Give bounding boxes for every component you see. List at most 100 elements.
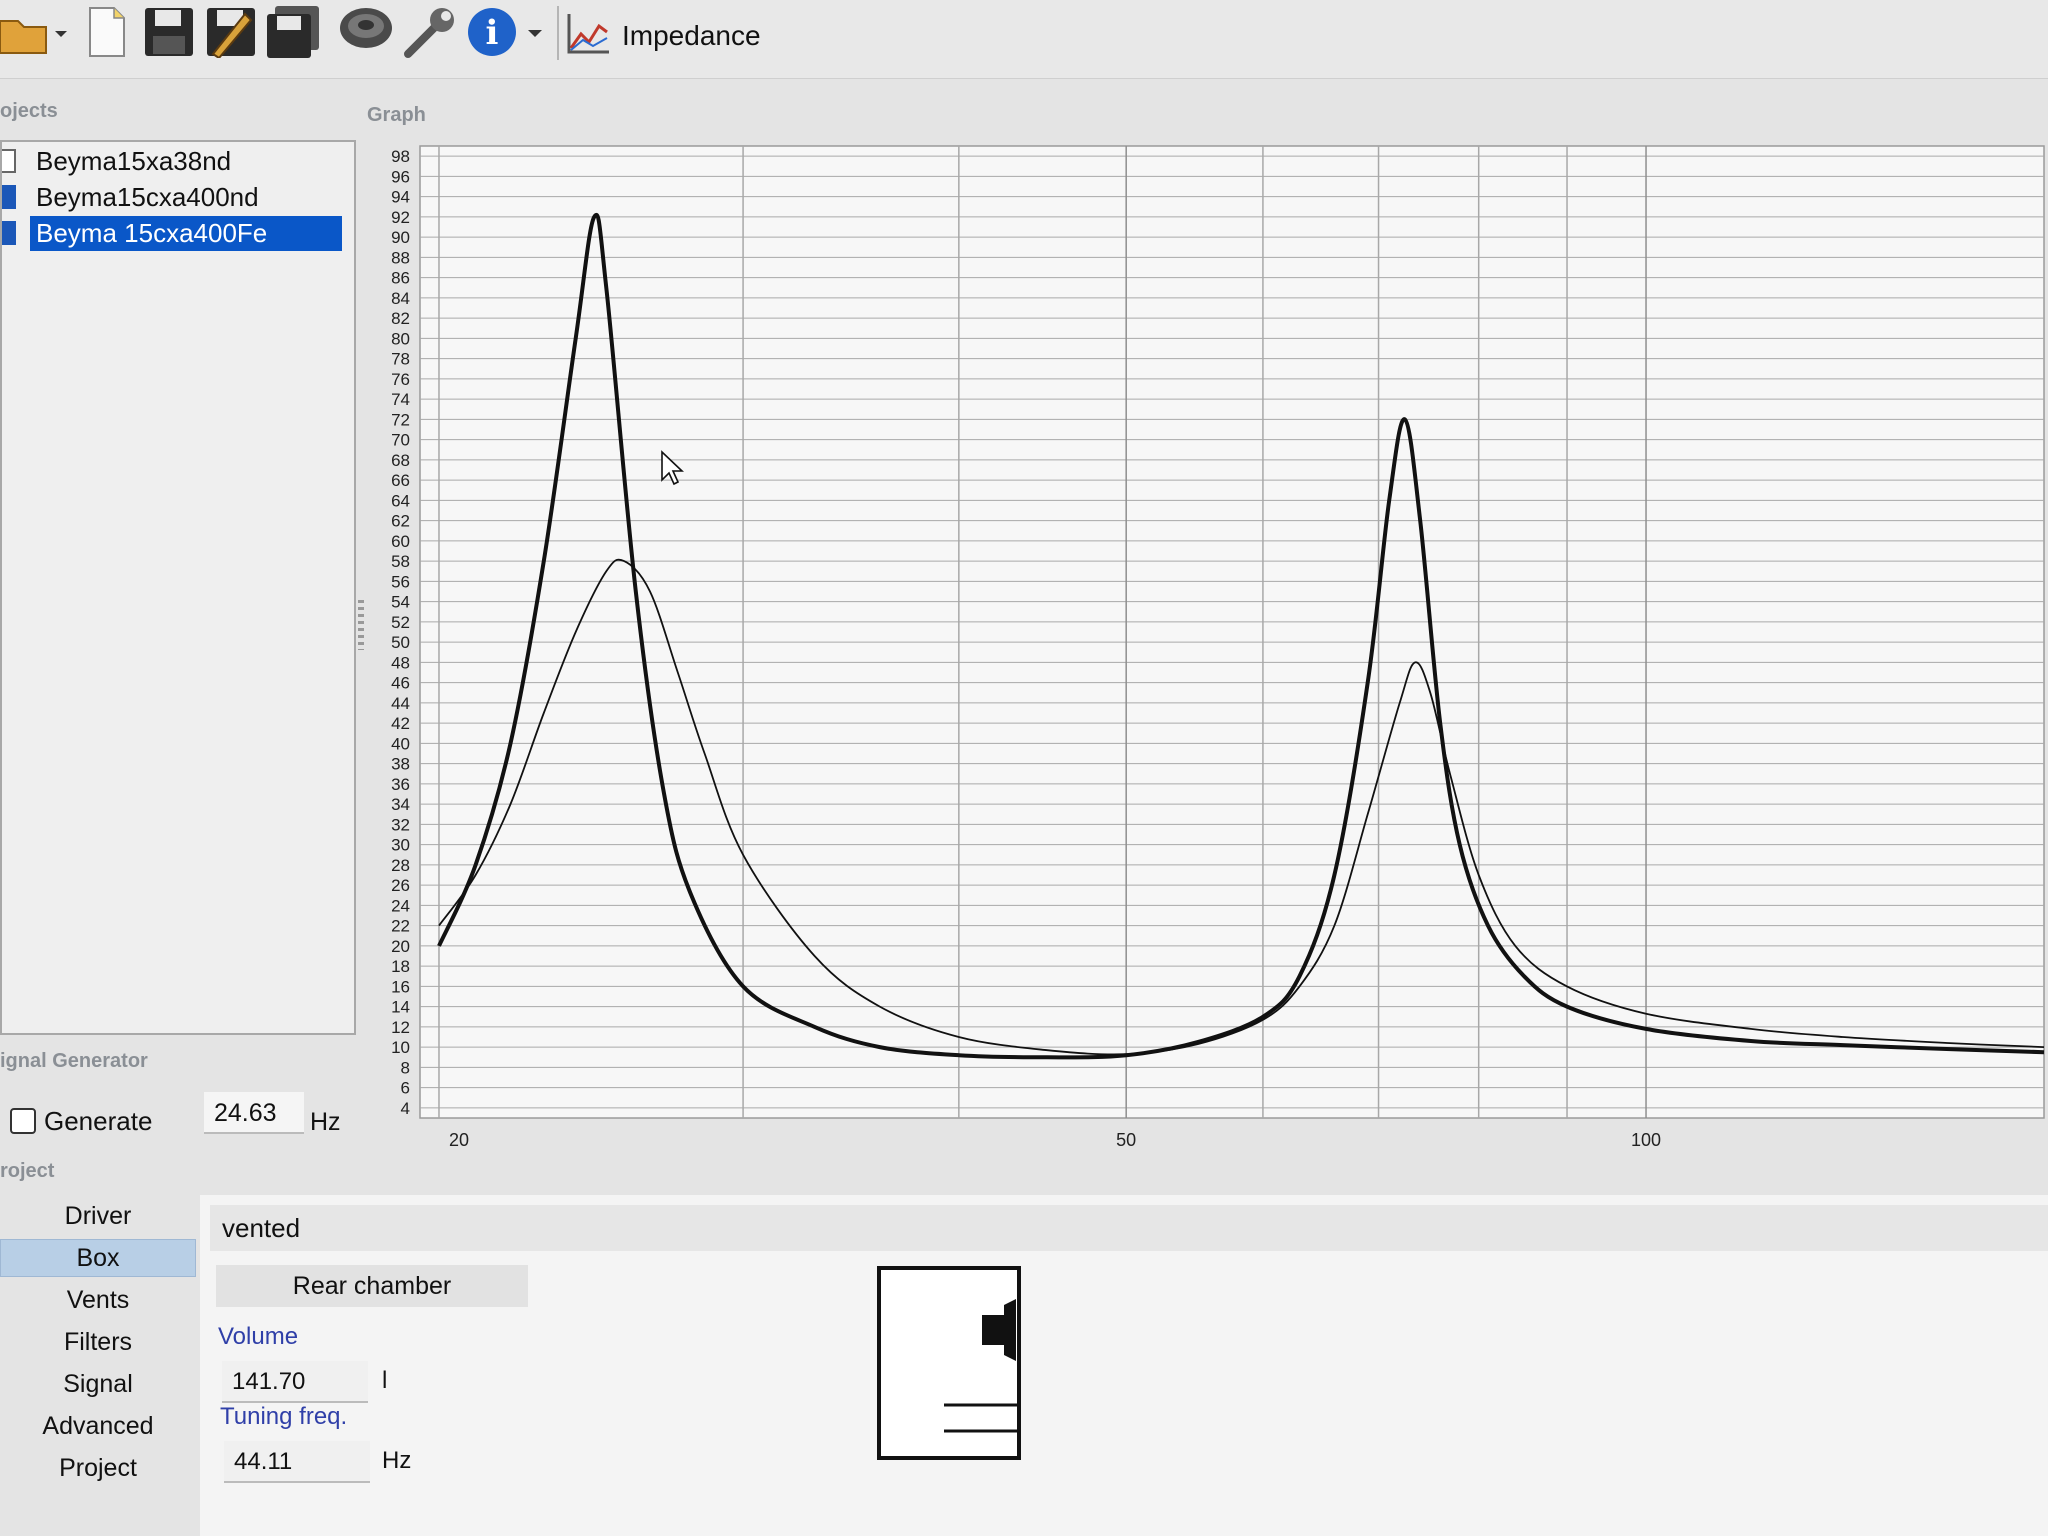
impedance-graph-icon[interactable] — [564, 4, 614, 60]
info-icon[interactable]: i — [466, 4, 552, 60]
chart-x-tick-label: 20 — [449, 1130, 469, 1150]
chart-y-tick-label: 54 — [391, 593, 410, 612]
chart-y-tick-label: 40 — [391, 734, 410, 753]
project-item-beyma15xa38nd[interactable]: Beyma15xa38nd — [2, 144, 348, 178]
nav-signal[interactable]: Signal — [0, 1365, 196, 1403]
chart-y-tick-label: 16 — [391, 977, 410, 996]
chart-y-tick-label: 28 — [391, 856, 410, 875]
volume-input[interactable]: 141.70 — [222, 1361, 368, 1403]
chart-y-tick-label: 18 — [391, 957, 410, 976]
chart-y-tick-label: 24 — [391, 896, 410, 915]
chart-y-tick-label: 52 — [391, 613, 410, 632]
volume-label: Volume — [218, 1323, 299, 1350]
chart-x-tick-label: 100 — [1631, 1130, 1661, 1150]
generate-label[interactable]: Generate — [44, 1106, 152, 1137]
box-type-selector[interactable]: vented — [210, 1205, 2048, 1251]
new-file-icon[interactable] — [84, 4, 130, 60]
chart-y-tick-label: 60 — [391, 532, 410, 551]
chart-y-tick-label: 30 — [391, 836, 410, 855]
chart-y-tick-label: 64 — [391, 491, 410, 510]
nav-advanced[interactable]: Advanced — [0, 1407, 196, 1445]
generate-checkbox[interactable] — [10, 1108, 36, 1134]
chart-y-tick-label: 38 — [391, 755, 410, 774]
tuning-freq-unit: Hz — [382, 1447, 412, 1474]
chart-y-tick-label: 82 — [391, 309, 410, 328]
chart-y-tick-label: 98 — [391, 147, 410, 166]
signal-generator-caption: ignal Generator — [0, 1050, 148, 1072]
graph-caption: Graph — [367, 104, 426, 126]
svg-text:i: i — [486, 13, 499, 53]
chart-y-tick-label: 12 — [391, 1018, 410, 1037]
projects-list: Beyma15xa38nd Beyma15cxa400nd Beyma 15cx… — [0, 140, 356, 1035]
project-nav: Driver Box Vents Filters Signal Advanced… — [0, 1197, 200, 1536]
chart-plot-area — [419, 145, 2045, 1119]
chart-y-tick-label: 36 — [391, 775, 410, 794]
chart-y-tick-label: 62 — [391, 512, 410, 531]
chart-y-tick-label: 72 — [391, 410, 410, 429]
projects-caption: ojects — [0, 100, 58, 122]
chart-y-tick-label: 70 — [391, 431, 410, 450]
toolbar: i Impedance — [0, 0, 2048, 79]
chart-y-tick-label: 6 — [401, 1079, 410, 1098]
chart-y-tick-label: 66 — [391, 471, 410, 490]
chart-y-tick-label: 32 — [391, 815, 410, 834]
chart-y-tick-label: 74 — [391, 390, 410, 409]
project-item-beyma15cxa400nd[interactable]: Beyma15cxa400nd — [2, 180, 348, 214]
chart-y-tick-label: 10 — [391, 1038, 410, 1057]
chart-x-tick-label: 50 — [1116, 1130, 1136, 1150]
chart-y-tick-label: 48 — [391, 653, 410, 672]
project-label: Beyma15xa38nd — [36, 145, 232, 176]
chart-y-tick-label: 96 — [391, 167, 410, 186]
vented-box-diagram — [876, 1265, 1024, 1466]
save-all-icon[interactable] — [264, 4, 324, 60]
generator-frequency-unit: Hz — [310, 1108, 341, 1136]
chart-y-tick-label: 46 — [391, 674, 410, 693]
nav-box[interactable]: Box — [0, 1239, 196, 1277]
chart-y-tick-label: 26 — [391, 876, 410, 895]
generator-frequency-input[interactable]: 24.63 — [204, 1092, 304, 1134]
chart-y-tick-label: 8 — [401, 1058, 410, 1077]
project-checkbox[interactable] — [2, 185, 16, 209]
wrench-icon[interactable] — [400, 4, 460, 60]
project-checkbox[interactable] — [2, 221, 16, 245]
chart-y-tick-label: 20 — [391, 937, 410, 956]
impedance-graph-label[interactable]: Impedance — [622, 20, 761, 52]
chart-y-tick-label: 76 — [391, 370, 410, 389]
chart-y-tick-label: 44 — [391, 694, 410, 713]
project-label: Beyma15cxa400nd — [36, 181, 259, 212]
tuning-freq-input[interactable]: 44.11 — [224, 1441, 370, 1483]
chart-y-tick-label: 92 — [391, 208, 410, 227]
save-as-icon[interactable] — [204, 4, 258, 60]
project-label: Beyma 15cxa400Fe — [30, 215, 342, 251]
tuning-freq-label: Tuning freq. — [220, 1403, 348, 1430]
folder-open-icon[interactable] — [0, 4, 70, 60]
project-caption: roject — [0, 1160, 55, 1182]
chart-y-tick-label: 78 — [391, 350, 410, 369]
nav-vents[interactable]: Vents — [0, 1281, 196, 1319]
chart-y-tick-label: 94 — [391, 188, 410, 207]
nav-filters[interactable]: Filters — [0, 1323, 196, 1361]
impedance-chart[interactable]: 4681012141618202224262830323436384042444… — [368, 140, 2048, 1150]
project-item-beyma-15cxa400fe[interactable]: Beyma 15cxa400Fe — [2, 215, 348, 251]
nav-project[interactable]: Project — [0, 1449, 196, 1487]
save-icon[interactable] — [142, 4, 196, 60]
chart-y-tick-label: 22 — [391, 917, 410, 936]
chart-y-tick-label: 42 — [391, 714, 410, 733]
chart-y-tick-label: 68 — [391, 451, 410, 470]
chart-y-tick-label: 50 — [391, 633, 410, 652]
project-checkbox[interactable] — [2, 149, 16, 173]
speaker-icon[interactable] — [336, 4, 396, 60]
chart-y-tick-label: 80 — [391, 329, 410, 348]
impedance-graph: 4 6 8 10 12 14 16 18 20 22 24 26 28 30 32 34 36 38 40 42 44 4… — [368, 140, 2048, 1150]
chart-y-tick-label: 58 — [391, 552, 410, 571]
nav-driver[interactable]: Driver — [0, 1197, 196, 1235]
panel-splitter-handle[interactable] — [358, 600, 364, 650]
chart-y-tick-label: 14 — [391, 998, 410, 1017]
chart-y-tick-label: 34 — [391, 795, 410, 814]
chart-y-tick-label: 84 — [391, 289, 410, 308]
chart-y-tick-label: 56 — [391, 572, 410, 591]
box-driver-icon — [1004, 1299, 1016, 1361]
box-panel: vented Rear chamber Volume 141.70 l Tuni… — [200, 1195, 2048, 1536]
chart-y-tick-label: 4 — [401, 1099, 410, 1118]
chart-y-tick-label: 88 — [391, 248, 410, 267]
